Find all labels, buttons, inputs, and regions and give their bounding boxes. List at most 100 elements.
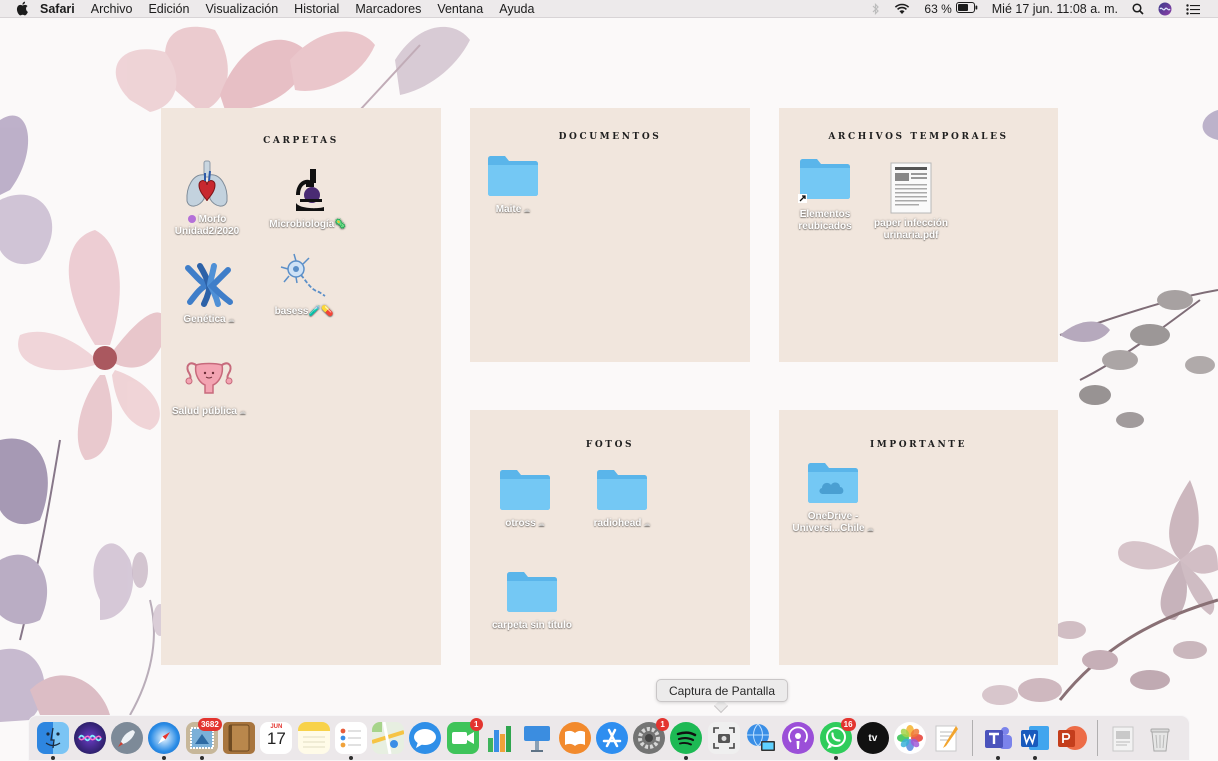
battery-status[interactable]: 63 %	[924, 2, 978, 16]
desktop-item-radiohead[interactable]: radiohead ☁	[572, 462, 672, 531]
dock-podcasts[interactable]	[782, 722, 815, 754]
maps-icon	[372, 722, 405, 754]
notification-badge: 1	[469, 718, 483, 731]
desktop-item-microbiologia[interactable]: Microbiología🦠	[258, 163, 358, 231]
desktop-item-otross[interactable]: otross ☁	[475, 462, 575, 531]
apple-tv-label: tv	[868, 732, 878, 744]
running-indicator	[199, 756, 204, 760]
apple-logo-icon[interactable]	[16, 1, 30, 17]
item-label: carpeta sin título	[482, 620, 582, 632]
dock-tooltip: Captura de Pantalla	[656, 679, 788, 702]
folder-icon	[502, 564, 562, 618]
dock-trash[interactable]	[1144, 722, 1176, 754]
panel-importante: IMPORTANTE OneDrive - Universi...Chile ☁	[779, 410, 1058, 665]
menu-clock[interactable]: Mié 17 jun. 11:08 a. m.	[992, 0, 1118, 18]
item-label: Elementos reubicados	[775, 209, 875, 233]
panel-archivos-temporales: ARCHIVOS TEMPORALES Elementos reubicados …	[779, 108, 1058, 362]
dock-maps[interactable]	[372, 722, 405, 754]
item-label-text: basess	[274, 306, 309, 317]
menu-app-name[interactable]: Safari	[40, 0, 75, 18]
desktop-item-basess[interactable]: basess🧪💊	[254, 250, 354, 318]
desktop-item-morfo[interactable]: Morfo Unidad2/2020	[157, 158, 257, 238]
control-center-icon[interactable]	[1186, 0, 1200, 18]
apple-tv-icon: tv	[856, 722, 889, 754]
dock-spotify[interactable]	[670, 722, 703, 760]
dock-notebook[interactable]	[223, 722, 256, 754]
numbers-chart-icon	[484, 722, 516, 754]
siri-icon[interactable]	[1158, 0, 1172, 18]
item-label: basess🧪💊	[254, 306, 354, 318]
tooltip-text: Captura de Pantalla	[668, 683, 776, 698]
item-label-text: Maite	[495, 204, 522, 215]
dock-notes[interactable]	[297, 722, 330, 754]
item-label: otross ☁	[475, 518, 575, 531]
desktop-item-carpeta-sin-titulo[interactable]: carpeta sin título	[482, 564, 582, 632]
panel-fotos: FOTOS otross ☁ radiohead ☁ carpeta sin tít…	[470, 410, 750, 665]
dock-calendar[interactable]: JUN 17	[260, 722, 293, 754]
dock-messages[interactable]	[409, 722, 442, 754]
dock-facetime[interactable]: 1	[446, 718, 483, 754]
dock-apple-tv[interactable]: tv	[856, 722, 889, 754]
dock-preview-stack[interactable]	[1107, 722, 1139, 754]
dock-photos[interactable]	[894, 722, 927, 754]
item-label-line1: paper infección	[874, 218, 948, 229]
dock-teams[interactable]	[982, 722, 1014, 760]
item-label-text: Salud pública	[171, 406, 237, 417]
folder-icon	[495, 462, 555, 516]
dock-keynote[interactable]	[521, 722, 553, 754]
messages-bubble-icon	[409, 722, 442, 754]
menu-archivo[interactable]: Archivo	[91, 0, 133, 18]
spotlight-search-icon[interactable]	[1132, 0, 1144, 18]
teams-icon	[982, 722, 1014, 754]
dock-screenshot[interactable]	[707, 722, 740, 754]
menu-marcadores[interactable]: Marcadores	[355, 0, 421, 18]
running-indicator	[162, 756, 167, 760]
dock-finder[interactable]	[36, 722, 69, 760]
dock-reminders[interactable]	[334, 722, 367, 760]
screenshot-camera-icon	[707, 722, 740, 754]
dock: 3682 JUN 17 1 1 16 tv	[28, 715, 1190, 761]
desktop-item-onedrive[interactable]: OneDrive - Universi...Chile ☁	[783, 455, 883, 536]
desktop-item-elementos-reubicados[interactable]: Elementos reubicados	[775, 153, 875, 233]
menu-bar: Safari Archivo Edición Visualización His…	[0, 0, 1218, 18]
dock-network-utility[interactable]	[745, 722, 777, 754]
item-label: paper infección urinaria.pdf	[861, 218, 961, 242]
icloud-status-icon: ☁	[643, 521, 651, 528]
menu-edicion[interactable]: Edición	[148, 0, 189, 18]
menu-visualizacion[interactable]: Visualización	[205, 0, 278, 18]
menu-ventana[interactable]: Ventana	[437, 0, 483, 18]
dock-pages[interactable]	[931, 722, 963, 754]
menu-ayuda[interactable]: Ayuda	[499, 0, 534, 18]
dock-system-preferences[interactable]: 1	[633, 718, 670, 754]
dock-contacts[interactable]: 3682	[185, 718, 222, 760]
desktop-item-paper-pdf[interactable]: paper infección urinaria.pdf	[861, 160, 961, 242]
microscope-icon	[278, 163, 338, 217]
desktop-item-maite[interactable]: Maite ☁	[463, 148, 563, 217]
bluetooth-icon[interactable]	[872, 0, 880, 18]
notification-badge: 16	[840, 718, 856, 731]
item-label: Morfo Unidad2/2020	[157, 214, 257, 238]
dock-safari[interactable]	[148, 722, 181, 760]
wifi-icon[interactable]	[894, 0, 910, 18]
running-indicator	[1032, 756, 1037, 760]
dock-books[interactable]	[558, 722, 591, 754]
item-label: Maite ☁	[463, 204, 563, 217]
dock-whatsapp[interactable]: 16	[819, 718, 856, 760]
running-indicator	[684, 756, 689, 760]
notebook-icon	[223, 722, 256, 754]
dock-numbers[interactable]	[484, 722, 516, 754]
item-label: radiohead ☁	[572, 518, 672, 531]
pdf-document-icon	[881, 160, 941, 216]
folder-icon	[483, 148, 543, 202]
trash-icon	[1144, 722, 1176, 754]
item-label-line2: Universi...Chile	[792, 523, 865, 534]
dock-word[interactable]	[1019, 722, 1051, 760]
menu-historial[interactable]: Historial	[294, 0, 339, 18]
panel-title: ARCHIVOS TEMPORALES	[828, 132, 1009, 142]
dock-siri[interactable]	[73, 722, 106, 754]
desktop-item-genetica[interactable]: Genética ☁	[159, 258, 259, 327]
dock-launchpad[interactable]	[111, 722, 144, 754]
dock-app-store[interactable]	[595, 722, 628, 754]
dock-powerpoint[interactable]	[1056, 722, 1088, 754]
desktop-item-salud-publica[interactable]: Salud pública ☁	[159, 350, 259, 419]
